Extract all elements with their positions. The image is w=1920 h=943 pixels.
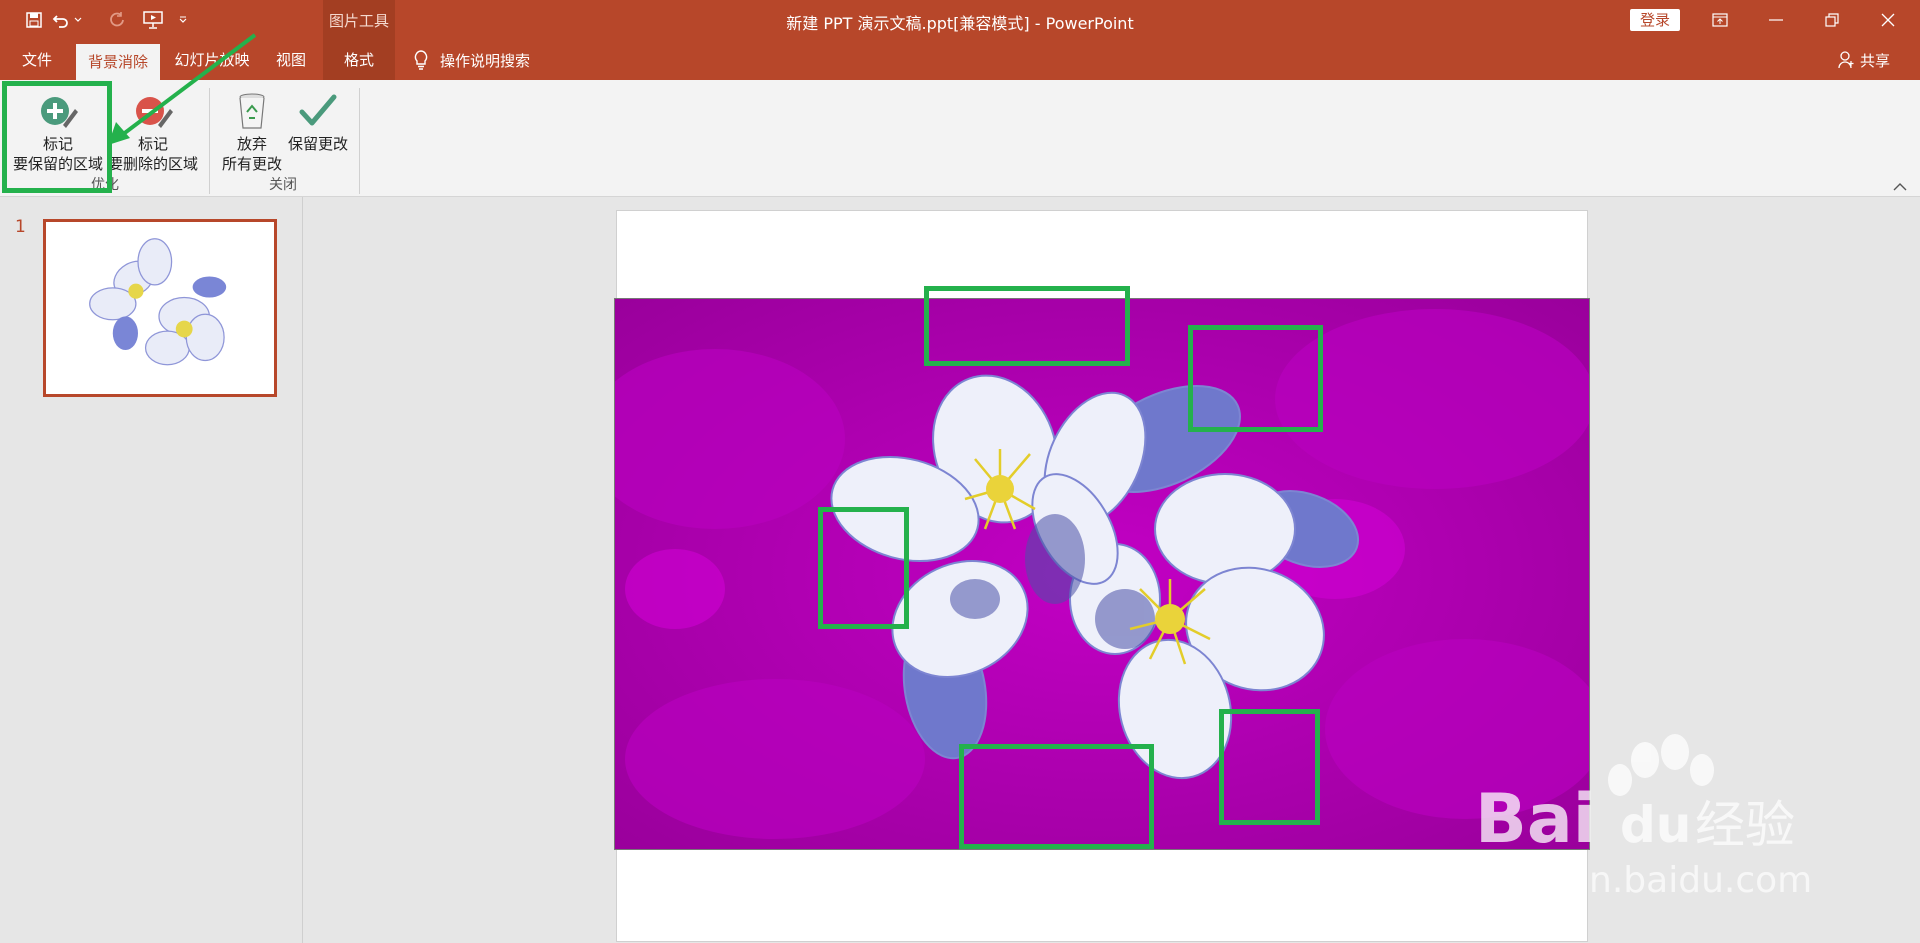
checkmark-icon (299, 94, 337, 126)
login-button[interactable]: 登录 (1630, 9, 1680, 31)
customize-qat-icon[interactable] (176, 8, 190, 32)
restore-icon[interactable] (1810, 4, 1854, 36)
mark-remove-line2: 要删除的区域 (107, 155, 198, 173)
tab-format[interactable]: 格式 (323, 40, 395, 80)
minimize-icon[interactable] (1754, 4, 1798, 36)
watermark-cn: 经验 (1695, 796, 1795, 854)
redo-icon[interactable] (104, 8, 130, 32)
tell-me-label: 操作说明搜索 (440, 51, 531, 70)
save-icon[interactable] (21, 8, 47, 32)
lightbulb-icon (414, 50, 428, 70)
group-separator (359, 88, 360, 194)
annotation-box (1219, 709, 1320, 825)
collapse-ribbon-icon[interactable] (1892, 178, 1912, 194)
tab-view[interactable]: 视图 (264, 40, 318, 80)
discard-line2: 所有更改 (221, 155, 282, 173)
picture-tools-label: 图片工具 (328, 12, 389, 30)
present-from-start-icon[interactable] (140, 8, 166, 32)
annotation-arrow (108, 33, 257, 145)
title-bar: 图片工具 新建 PPT 演示文稿.ppt[兼容模式] - PowerPoint … (0, 0, 1920, 80)
annotation-box (818, 507, 909, 629)
annotation-box (924, 286, 1130, 366)
ribbon-tabs: 文件 背景消除 幻灯片放映 视图 格式 操作说明搜索 共享 (0, 40, 1920, 80)
undo-dropdown-icon[interactable] (72, 8, 84, 32)
annotation-box (1188, 325, 1323, 432)
watermark-brand-suffix: du (1620, 796, 1691, 854)
slide-number: 1 (15, 217, 26, 237)
share-button[interactable]: 共享 (1838, 40, 1890, 80)
annotation-box (959, 744, 1154, 849)
close-icon[interactable] (1866, 4, 1910, 36)
flower-thumbnail-image (89, 238, 227, 366)
keep-button-highlight (2, 81, 112, 193)
slide-thumbnail-pane: 1 (0, 197, 303, 943)
ribbon: 标记 要保留的区域 标记 要删除的区域 优化 放弃 所有更改 保留更改 关闭 (0, 80, 1920, 197)
ribbon-display-options-icon[interactable] (1698, 4, 1742, 36)
share-label: 共享 (1860, 51, 1891, 70)
slide-thumbnail[interactable] (43, 219, 277, 397)
tell-me-search[interactable]: 操作说明搜索 (414, 40, 530, 80)
group-label-close: 关闭 (269, 177, 297, 193)
person-icon (1838, 51, 1854, 69)
keep-changes-button[interactable]: 保留更改 (284, 88, 352, 154)
tab-file[interactable]: 文件 (8, 40, 66, 80)
undo-icon[interactable] (48, 8, 74, 32)
keep-changes-label: 保留更改 (287, 135, 348, 153)
